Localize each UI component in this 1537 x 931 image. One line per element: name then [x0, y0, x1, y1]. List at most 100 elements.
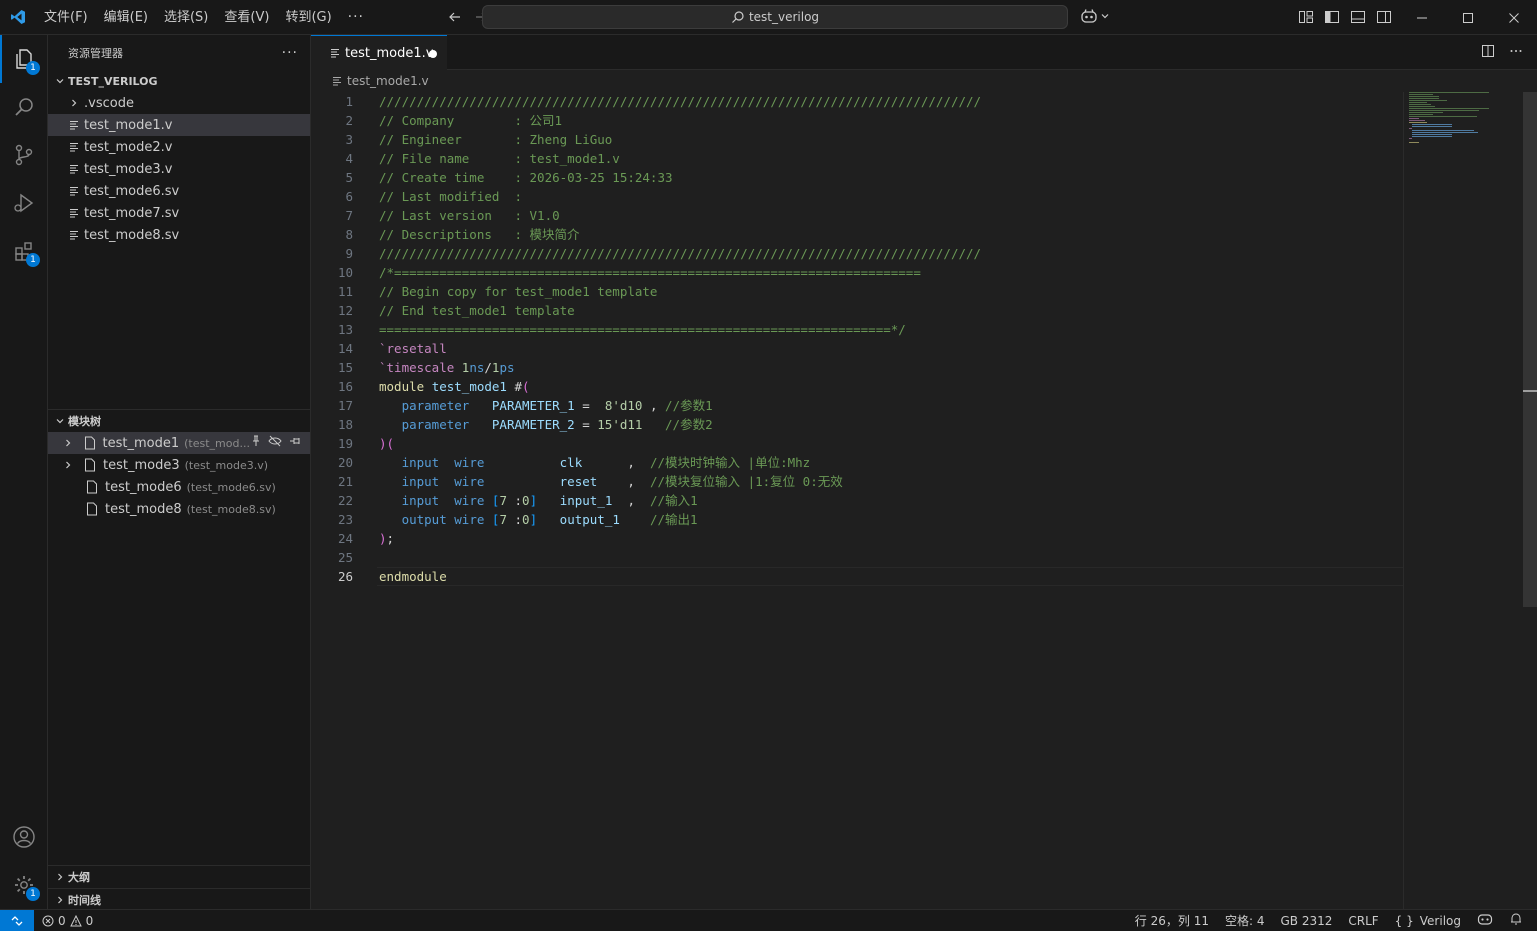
search-icon: [732, 11, 744, 23]
tree-item-test-mode7[interactable]: test_mode7.sv: [48, 202, 310, 224]
split-editor-icon[interactable]: [1481, 44, 1495, 62]
minimap-divider: [1403, 92, 1404, 909]
file-lines-icon: [66, 186, 82, 196]
code-line: 7// Last version : V1.0: [345, 208, 560, 223]
editor-more-icon[interactable]: [1509, 44, 1523, 62]
back-arrow-icon[interactable]: [442, 4, 468, 30]
code-line: 5// Create time : 2026-03-25 15:24:33: [345, 170, 673, 185]
pin-icon[interactable]: [250, 435, 262, 451]
code-line: 2// Company : 公司1: [345, 113, 563, 128]
sidebar-more-button[interactable]: ···: [282, 45, 298, 61]
minimize-icon[interactable]: [1399, 0, 1445, 35]
code-line: 12// End test_mode1 template: [337, 303, 575, 318]
chevron-right-icon: [52, 895, 68, 905]
chevron-right-icon: [60, 438, 76, 448]
source-control-button[interactable]: [0, 131, 48, 179]
tree-item-test-mode8[interactable]: test_mode8.sv: [48, 224, 310, 246]
unpin-icon[interactable]: [288, 435, 302, 451]
settings-badge: 1: [26, 887, 40, 901]
language-mode[interactable]: { } Verilog: [1395, 914, 1461, 928]
timeline-title: 时间线: [68, 893, 101, 907]
tree-item-label: .vscode: [84, 95, 134, 111]
indentation[interactable]: 空格: 4: [1225, 912, 1265, 929]
module-item-test-mode8[interactable]: test_mode8 (test_mode8.sv): [48, 498, 310, 520]
vertical-scrollbar[interactable]: [1523, 92, 1537, 607]
menu-view[interactable]: 查看(V): [216, 0, 277, 35]
chevron-down-icon: [52, 76, 68, 86]
search-button[interactable]: [0, 83, 48, 131]
code-line: 10/*====================================…: [337, 265, 921, 280]
extensions-badge: 1: [26, 253, 40, 267]
module-item-test-mode3[interactable]: test_mode3 (test_mode3.v): [48, 454, 310, 476]
file-lines-icon: [66, 142, 82, 152]
module-item-test-mode1[interactable]: test_mode1 (test_mod...: [48, 432, 310, 454]
tree-item-label: test_mode6.sv: [84, 183, 180, 199]
minimap[interactable]: [1409, 92, 1499, 152]
close-icon[interactable]: [1491, 0, 1537, 35]
code-line: 11// Begin copy for test_mode1 template: [337, 284, 658, 299]
unsaved-dot-icon[interactable]: [429, 50, 437, 58]
error-count: 0: [58, 913, 66, 928]
eye-closed-icon[interactable]: [268, 435, 282, 451]
tree-item-label: test_mode2.v: [84, 139, 173, 155]
module-path: (test_mode6.sv): [186, 480, 276, 494]
tree-item-test-mode2[interactable]: test_mode2.v: [48, 136, 310, 158]
file-icon: [82, 458, 98, 472]
timeline-section-header[interactable]: 时间线: [48, 888, 310, 910]
extensions-button[interactable]: 1: [0, 227, 48, 275]
code-line: 14 `resetall: [337, 341, 447, 356]
code-line: 6// Last modified :: [345, 189, 522, 204]
copilot-button[interactable]: [1080, 8, 1110, 24]
outline-title: 大纲: [68, 871, 90, 884]
code-line: 25: [337, 550, 353, 565]
toggle-secondary-sidebar-icon[interactable]: [1374, 6, 1394, 28]
file-icon: [84, 480, 100, 494]
menu-goto[interactable]: 转到(G): [277, 0, 339, 35]
tree-item-test-mode1[interactable]: test_mode1.v: [48, 114, 310, 136]
menu-file[interactable]: 文件(F): [36, 0, 96, 35]
customize-layout-icon[interactable]: [1296, 6, 1316, 28]
outline-section-header[interactable]: 大纲: [48, 866, 310, 888]
line-ending[interactable]: CRLF: [1348, 914, 1378, 928]
workspace-name: TEST_VERILOG: [68, 74, 158, 88]
module-name: test_mode6: [105, 479, 182, 495]
file-lines-icon: [329, 76, 345, 86]
module-name: test_mode8: [105, 501, 182, 517]
copilot-status-icon[interactable]: [1477, 912, 1493, 929]
editor-tabs: test_mode1.v: [311, 35, 1537, 70]
code-line: 17 parameter PARAMETER_1 = 8'd10 , //参数1: [337, 398, 713, 413]
run-debug-button[interactable]: [0, 179, 48, 227]
file-lines-icon: [66, 164, 82, 174]
remote-indicator[interactable]: [0, 909, 34, 931]
menu-selection[interactable]: 选择(S): [156, 0, 216, 35]
code-editor[interactable]: 1///////////////////////////////////////…: [311, 92, 1411, 586]
module-item-test-mode6[interactable]: test_mode6 (test_mode6.sv): [48, 476, 310, 498]
tree-item-test-mode3[interactable]: test_mode3.v: [48, 158, 310, 180]
manage-button[interactable]: 1: [0, 861, 48, 909]
tree-item-vscode-folder[interactable]: .vscode: [48, 92, 310, 114]
tab-test-mode1[interactable]: test_mode1.v: [311, 35, 447, 70]
breadcrumb[interactable]: test_mode1.v: [311, 70, 1537, 92]
command-center-search[interactable]: test_verilog: [482, 5, 1068, 29]
code-line: 22 input wire [7 :0] input_1 , //输入1: [337, 493, 698, 508]
copilot-icon: [1081, 9, 1097, 23]
maximize-icon[interactable]: [1445, 0, 1491, 35]
toggle-panel-icon[interactable]: [1348, 6, 1368, 28]
activity-bar: 1 1 1: [0, 35, 48, 909]
explorer-button[interactable]: 1: [0, 35, 48, 83]
editor-area: test_mode1.v test_mode1.v 1/////////////…: [311, 35, 1537, 909]
workspace-section-header[interactable]: TEST_VERILOG: [48, 70, 310, 92]
toggle-primary-sidebar-icon[interactable]: [1322, 6, 1342, 28]
module-path: (test_mode8.sv): [186, 502, 276, 516]
accounts-button[interactable]: [0, 813, 48, 861]
problems-indicator[interactable]: 0 0: [42, 914, 93, 928]
tree-item-test-mode6[interactable]: test_mode6.sv: [48, 180, 310, 202]
module-tree-section-header[interactable]: 模块树: [48, 410, 310, 432]
notifications-bell-icon[interactable]: [1509, 912, 1523, 929]
warning-icon: [69, 914, 82, 926]
code-line: 15 `timescale 1ns/1ps: [337, 360, 515, 375]
menu-edit[interactable]: 编辑(E): [96, 0, 156, 35]
cursor-position[interactable]: 行 26，列 11: [1135, 912, 1209, 929]
encoding[interactable]: GB 2312: [1280, 914, 1332, 928]
menu-more-button[interactable]: ···: [340, 9, 372, 25]
